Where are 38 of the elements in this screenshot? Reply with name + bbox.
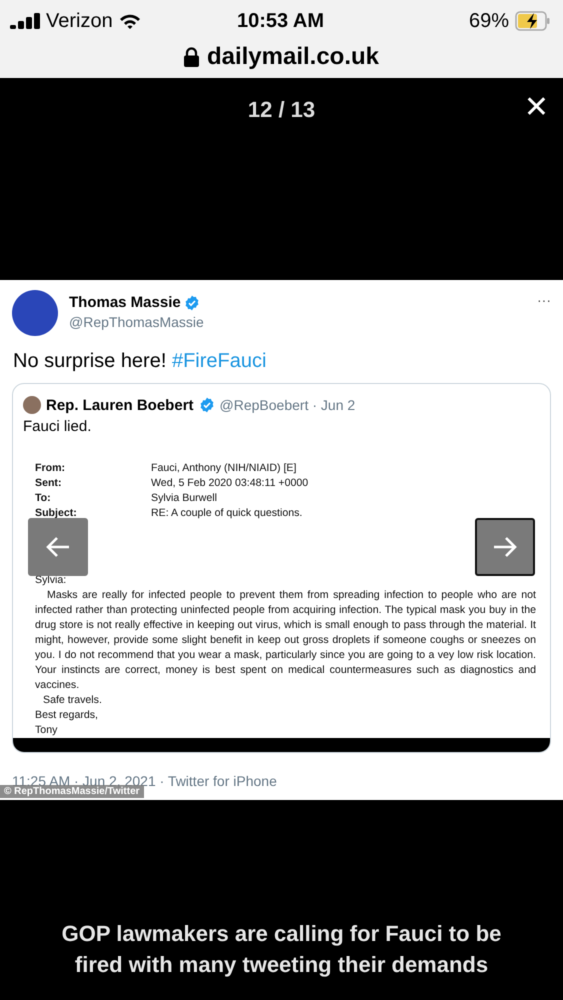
email-closing: Safe travels. xyxy=(42,693,103,708)
avatar-circle xyxy=(12,290,58,336)
lock-icon xyxy=(184,47,199,67)
battery-percentage: 69% xyxy=(468,10,509,32)
email-header-label: To: xyxy=(35,491,52,506)
previous-button[interactable] xyxy=(28,518,88,576)
clock-time: 10:53 AM xyxy=(236,10,324,32)
quoted-tweet-card[interactable] xyxy=(12,383,551,753)
author-name: Rep. Lauren Boebert xyxy=(46,396,194,414)
carrier-name: Verizon xyxy=(46,10,113,32)
close-button[interactable]: ✕ xyxy=(524,90,549,125)
left-arrow-icon xyxy=(45,536,71,558)
gallery-caption: GOP lawmakers are calling for Fauci to be fired with many tweeting their demands xyxy=(60,920,502,979)
email-header-label: Subject: xyxy=(35,506,78,521)
author-handle: @RepThomasMassie xyxy=(69,314,204,330)
next-button[interactable] xyxy=(475,518,535,576)
email-header-value: Fauci, Anthony (NIH/NIAID) [E] xyxy=(151,461,298,476)
email-header-label: From: xyxy=(35,461,66,476)
email-header-label: Sent: xyxy=(35,476,62,491)
quoted-tweet-text: Fauci lied. xyxy=(22,417,92,435)
email-header-value: Wed, 5 Feb 2020 03:48:11 +0000 xyxy=(151,476,310,491)
email-header-value: Sylvia Burwell xyxy=(151,491,218,506)
url-text[interactable]: dailymail.co.uk xyxy=(206,43,380,71)
right-arrow-icon xyxy=(492,536,518,558)
signal-icon xyxy=(10,13,40,29)
slide-counter: 12 / 13 xyxy=(248,97,316,124)
author-name: Thomas Massie xyxy=(69,294,181,311)
author-handle: @RepBoebert · Jun 2 xyxy=(220,397,356,413)
avatar-circle xyxy=(23,396,41,414)
photo-credit: © RepThomasMassie/Twitter xyxy=(0,785,144,798)
more-options-icon[interactable]: ··· xyxy=(537,292,551,308)
email-body: Masks are really for infected people to prevent them from spreading infection to people who are not infected rather than protecting uninfected people from acquiring infection. The typical mask you buy in the drug store is not really effective in keeping out virus, which is small enough to pass through the material. It might, however, provide some slight benefit in keep out gross droplets if someone coughs or sneezes on you. I do not recommend that you wear a mask, particularly since you are going to a vey low risk location. Your instincts are correct, money is best spent on medical countermeasures such as diagnostics and vaccines. xyxy=(35,588,536,693)
email-header-value: RE: A couple of quick questions. xyxy=(151,506,304,521)
wifi-icon xyxy=(118,12,141,30)
email-greeting: Sylvia: xyxy=(35,573,68,588)
tweet-text: No surprise here! #FireFauci xyxy=(13,350,268,373)
email-closing: Tony xyxy=(35,723,58,738)
email-closing: Best regards, xyxy=(35,708,100,723)
